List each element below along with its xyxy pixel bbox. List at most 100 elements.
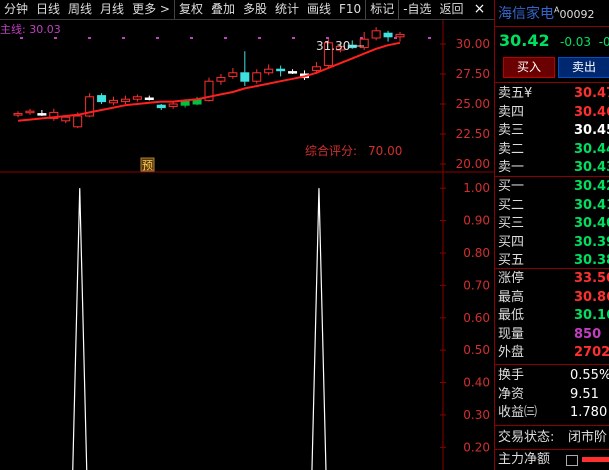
bid-value: 30.40	[574, 216, 609, 231]
bid-label: 买四	[498, 234, 525, 250]
toolbar-item-2[interactable]: 周线	[64, 0, 96, 19]
bid-label: 买五	[498, 253, 525, 268]
candle-body	[168, 103, 178, 107]
candle-body	[156, 104, 166, 109]
net-flow-bar	[582, 457, 609, 462]
score-value: 70.00	[368, 144, 402, 158]
stock-name-text: 海信家电	[498, 6, 554, 22]
kline-chart[interactable]: 30.00 27.50 25.00 22.50 20.00 31.30 综合评分: 70.00…	[0, 20, 494, 470]
change-value: -0.03	[560, 35, 592, 49]
candle-body	[264, 68, 274, 74]
toolbar-item-11[interactable]: 标记	[365, 0, 398, 19]
candle-body	[132, 96, 142, 100]
ask-value: 30.45	[574, 123, 609, 138]
stat2-label: 换手	[498, 368, 525, 383]
signal-peak	[311, 188, 327, 470]
sell-button[interactable]: 卖出	[558, 57, 609, 78]
bid-row: 买一 30.42	[498, 178, 609, 195]
candle-body	[73, 115, 83, 128]
stat-label: 现量	[498, 326, 525, 342]
ask-label: 卖四	[498, 104, 525, 120]
toolbar-item-1[interactable]: 日线	[32, 0, 64, 19]
toolbar-item-4[interactable]: 更多 >	[128, 0, 174, 19]
toolbar-item-9[interactable]: 画线	[303, 0, 335, 19]
y-tick-label: 25.00	[456, 97, 490, 111]
bid-row: 买五 30.38	[498, 252, 609, 269]
candle-body	[288, 71, 298, 74]
current-price: 30.42	[499, 31, 550, 50]
stat-row: 最高 30.86	[498, 289, 609, 306]
toolbar-item-12[interactable]: -自选	[398, 0, 435, 19]
bid-row: 买四 30.39	[498, 234, 609, 251]
ask-row: 卖五¥ 30.47	[498, 85, 609, 102]
bid-label: 买二	[498, 197, 525, 213]
candle-body	[216, 77, 226, 82]
candle-body	[395, 33, 405, 38]
toolbar-item-3[interactable]: 月线	[96, 0, 128, 19]
ask-row: 卖二 30.44	[498, 141, 609, 158]
ask-label: 卖二	[498, 141, 525, 157]
y-tick-label: 0.40	[463, 376, 490, 390]
candle-body	[61, 116, 71, 122]
toolbar-item-13[interactable]: 返回	[436, 0, 468, 19]
candle-body	[144, 97, 154, 100]
candle-body	[25, 110, 35, 114]
main-net-label: 主力净额	[498, 452, 551, 467]
toolbar: 分钟 日线 周线 月线 更多 > 复权 叠加 多股 统计 画线 F10 标记 -自选 返回 ×	[0, 0, 494, 20]
bid-value: 30.41	[574, 197, 609, 213]
score-label: 综合评分:	[305, 143, 357, 158]
stat-value: 850	[574, 326, 602, 342]
bid-row: 买三 30.40	[498, 215, 609, 232]
signal-dot	[20, 37, 23, 39]
ask-row: 卖一 30.43	[498, 159, 609, 176]
candle-body	[311, 66, 321, 71]
y-tick-label: 0.50	[463, 343, 490, 357]
stat2-row: 净资 9.51	[498, 386, 609, 403]
candle-body	[240, 72, 250, 82]
ask-value: 30.44	[574, 141, 609, 157]
candle-body	[13, 113, 23, 116]
y-tick-label: 0.30	[463, 408, 490, 422]
price-change: -0.03 -0	[560, 35, 609, 49]
ask-label: 卖三	[498, 123, 525, 138]
toolbar-item-10[interactable]: F10	[335, 0, 365, 19]
y-tick-label: 20.00	[456, 157, 490, 171]
stock-name: 海信家电A00092	[498, 3, 594, 23]
stat-row: 外盘 27020	[498, 344, 609, 361]
candle-body	[109, 99, 118, 104]
toolbar-item-8[interactable]: 统计	[271, 0, 303, 19]
stat2-row: 收益㈢ 1.780	[498, 404, 609, 421]
quote-panel: 海信家电A00092 30.42 -0.03 -0 买入 卖出 卖五¥ 30.47…	[494, 0, 609, 470]
stat-value: 33.50	[574, 271, 609, 286]
signal-dot	[360, 37, 363, 39]
stat2-row: 换手 0.55%	[498, 367, 609, 384]
stock-code: 00092	[559, 8, 595, 21]
candle-body	[371, 30, 381, 39]
ask-row: 卖四 30.46	[498, 104, 609, 121]
stat2-value: 1.780	[570, 405, 608, 420]
bid-row: 买二 30.41	[498, 197, 609, 214]
y-tick-label: 1.00	[463, 181, 490, 195]
signal-dot	[156, 37, 159, 39]
stat-value: 27020	[574, 345, 609, 360]
signal-dot	[122, 37, 125, 39]
buy-button[interactable]: 买入	[503, 57, 555, 78]
ask-value: 30.46	[574, 104, 609, 120]
candle-body	[37, 113, 47, 116]
toolbar-item-7[interactable]: 多股	[239, 0, 271, 19]
toolbar-item-0[interactable]: 分钟	[0, 0, 32, 19]
signal-dot	[258, 37, 261, 39]
net-flow-icon	[566, 455, 578, 466]
y-tick-label: 30.00	[456, 37, 490, 51]
stat2-value: 0.55%	[570, 368, 609, 383]
signal-peak	[72, 188, 88, 470]
close-icon[interactable]: ×	[468, 0, 492, 19]
toolbar-item-5[interactable]: 复权	[173, 0, 207, 19]
stat-value: 30.86	[574, 289, 609, 305]
bid-label: 买三	[498, 216, 525, 231]
bid-value: 30.38	[574, 253, 609, 268]
bid-value: 30.42	[574, 179, 609, 194]
y-tick-label: 0.70	[463, 278, 490, 292]
toolbar-item-6[interactable]: 叠加	[207, 0, 239, 19]
trade-status-label: 交易状态:	[498, 430, 555, 445]
